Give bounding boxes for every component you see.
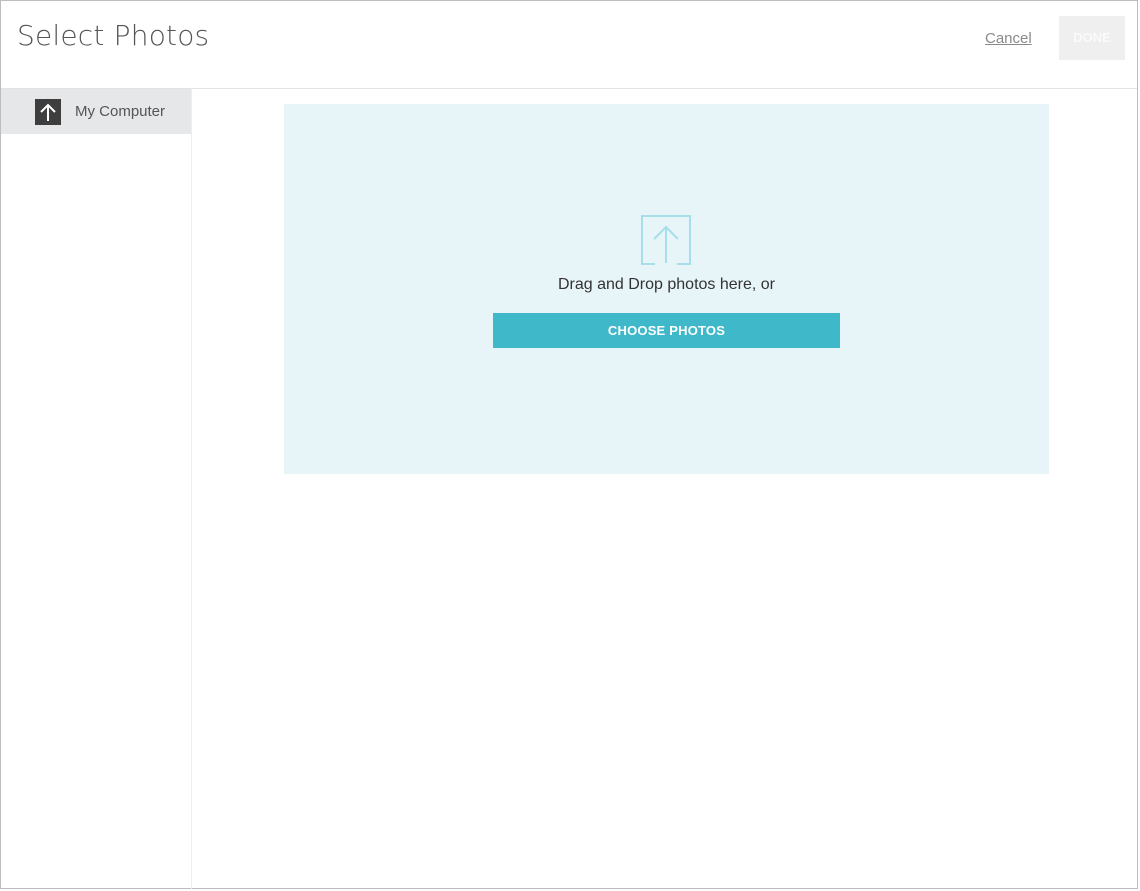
select-photos-dialog: Select Photos Cancel DONE My Computer Dr… xyxy=(0,0,1138,889)
source-sidebar: My Computer xyxy=(1,89,192,889)
page-title: Select Photos xyxy=(17,19,210,52)
sidebar-item-my-computer[interactable]: My Computer xyxy=(1,89,191,134)
dropzone-instructions: Drag and Drop photos here, or xyxy=(557,276,775,293)
upload-icon xyxy=(641,215,691,265)
cancel-link[interactable]: Cancel xyxy=(985,30,1032,47)
sidebar-item-label: My Computer xyxy=(75,103,166,120)
choose-photos-button[interactable]: CHOOSE PHOTOS xyxy=(493,313,840,348)
dialog-header: Select Photos Cancel DONE xyxy=(1,1,1137,89)
done-button[interactable]: DONE xyxy=(1059,16,1125,60)
photo-dropzone[interactable]: Drag and Drop photos here, or CHOOSE PHO… xyxy=(284,104,1049,474)
upload-arrow-icon xyxy=(35,99,61,125)
